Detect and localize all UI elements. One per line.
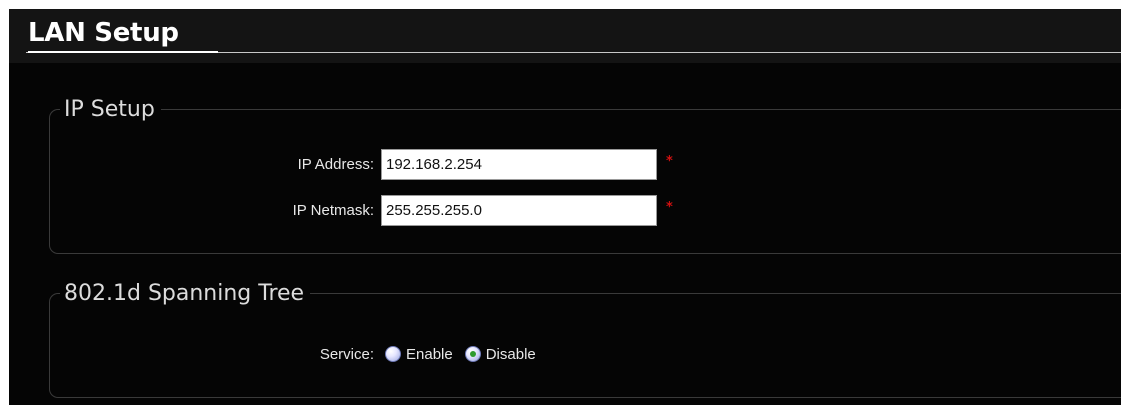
page-left-border <box>0 0 9 405</box>
ip-netmask-label: IP Netmask: <box>292 201 374 219</box>
spanning-tree-legend: 802.1d Spanning Tree <box>64 281 305 306</box>
service-enable-radio[interactable] <box>385 346 401 362</box>
ip-address-label: IP Address: <box>297 155 374 173</box>
ip-address-row: IP Address: * <box>180 148 673 180</box>
service-disable-label[interactable]: Disable <box>486 346 536 363</box>
ip-address-input[interactable] <box>381 148 657 180</box>
ip-netmask-input[interactable] <box>381 194 657 226</box>
title-underline <box>28 51 218 53</box>
ip-address-required-mark: * <box>666 153 673 169</box>
page-top-border <box>0 0 1121 9</box>
service-enable-label[interactable]: Enable <box>406 346 453 363</box>
lan-setup-page: LAN Setup IP Setup IP Address: * IP Netm… <box>0 0 1121 405</box>
page-title: LAN Setup <box>28 18 179 48</box>
ip-setup-legend: IP Setup <box>64 97 155 122</box>
service-label: Service: <box>319 345 374 363</box>
service-row: Service: Enable Disable <box>180 339 548 369</box>
ip-netmask-required-mark: * <box>666 199 673 215</box>
service-disable-radio[interactable] <box>464 346 481 362</box>
ip-netmask-row: IP Netmask: * <box>180 194 673 226</box>
